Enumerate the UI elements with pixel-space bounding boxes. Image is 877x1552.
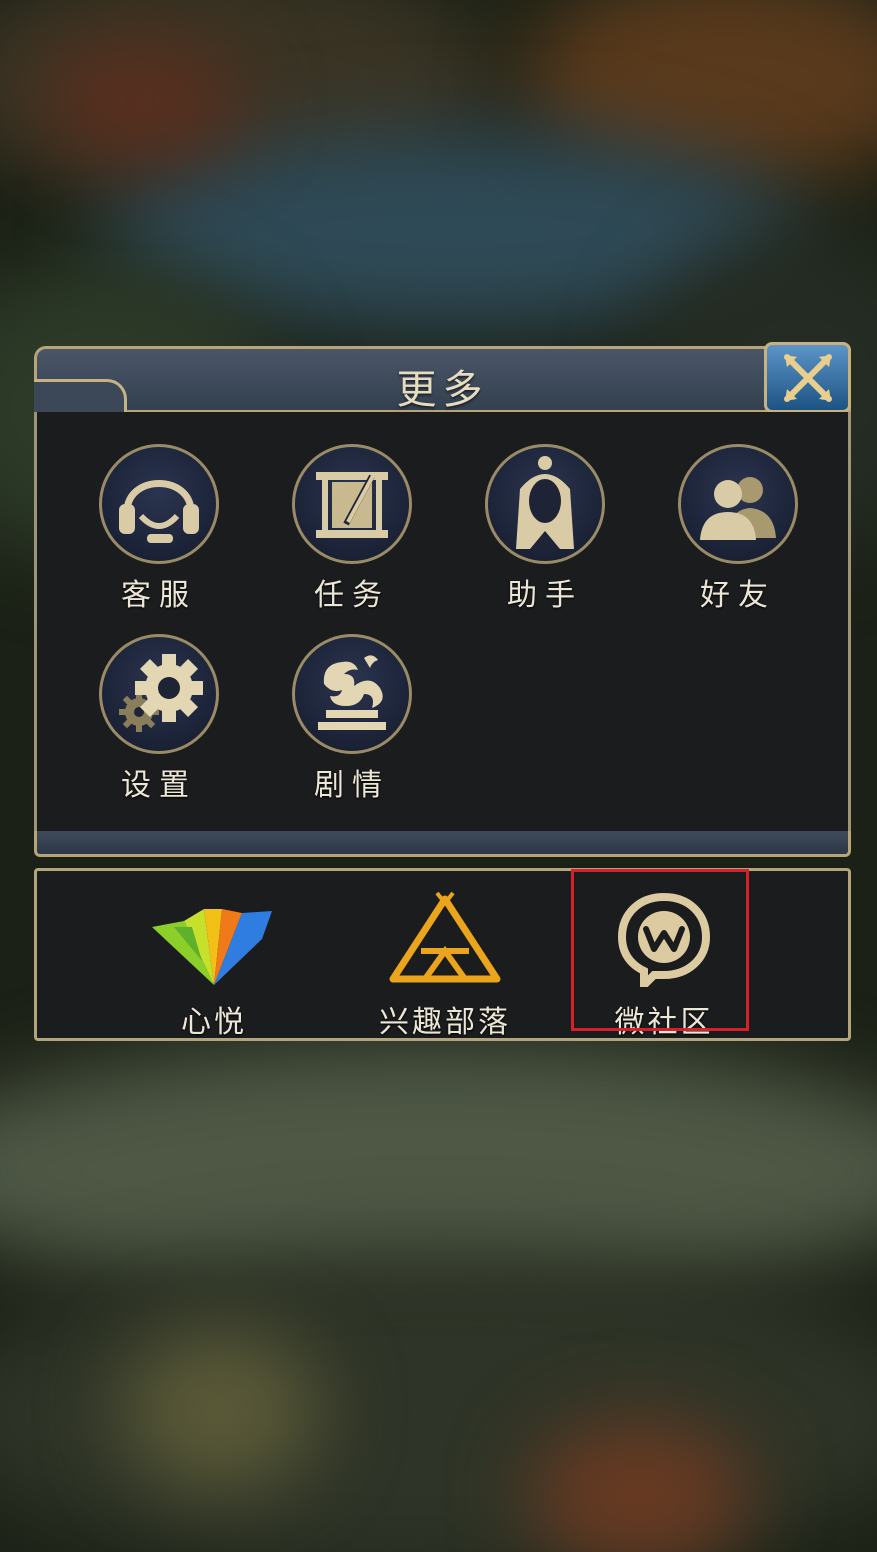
grid-item-label: 助手 <box>507 578 583 613</box>
grid-item-label: 剧情 <box>314 768 390 803</box>
dialog-footer-bar <box>34 831 851 857</box>
quests-circle <box>292 444 412 564</box>
dialog-header: 更多 <box>34 346 851 416</box>
social-item-xinyue[interactable]: 心悦 <box>119 891 309 1041</box>
grid-item-assistant[interactable]: 助手 <box>470 444 620 614</box>
settings-circle <box>99 634 219 754</box>
customer-service-circle <box>99 444 219 564</box>
scroll-quest-icon <box>316 472 388 538</box>
grid-item-friends[interactable]: 好友 <box>663 444 813 614</box>
dialog-body: 客服 任务 助手 好友 设置 剧情 <box>34 412 851 831</box>
social-item-label: 心悦 <box>181 1005 247 1040</box>
gear-icon <box>119 654 203 732</box>
grid-item-settings[interactable]: 设置 <box>84 634 234 804</box>
grid-item-quests[interactable]: 任务 <box>277 444 427 614</box>
helper-avatar-icon <box>516 456 574 549</box>
highlight-box <box>571 869 749 1031</box>
close-icon <box>783 353 832 402</box>
dragon-icon <box>318 655 386 730</box>
grid-item-story[interactable]: 剧情 <box>277 634 427 804</box>
grid-item-customer-service[interactable]: 客服 <box>84 444 234 614</box>
close-button[interactable] <box>764 342 851 413</box>
vip-icon <box>152 909 272 985</box>
headset-icon <box>119 480 199 543</box>
friends-icon <box>700 477 776 540</box>
social-item-tribe[interactable]: 兴趣部落 <box>350 891 540 1041</box>
friends-circle <box>678 444 798 564</box>
grid-item-label: 设置 <box>121 768 197 803</box>
dialog-title: 更多 <box>396 367 489 413</box>
story-circle <box>292 634 412 754</box>
grid-item-label: 客服 <box>121 578 197 613</box>
assistant-circle <box>485 444 605 564</box>
tribe-tent-icon <box>389 891 501 983</box>
grid-item-label: 好友 <box>700 578 776 613</box>
grid-item-label: 任务 <box>314 578 390 613</box>
social-item-label: 兴趣部落 <box>379 1005 511 1040</box>
